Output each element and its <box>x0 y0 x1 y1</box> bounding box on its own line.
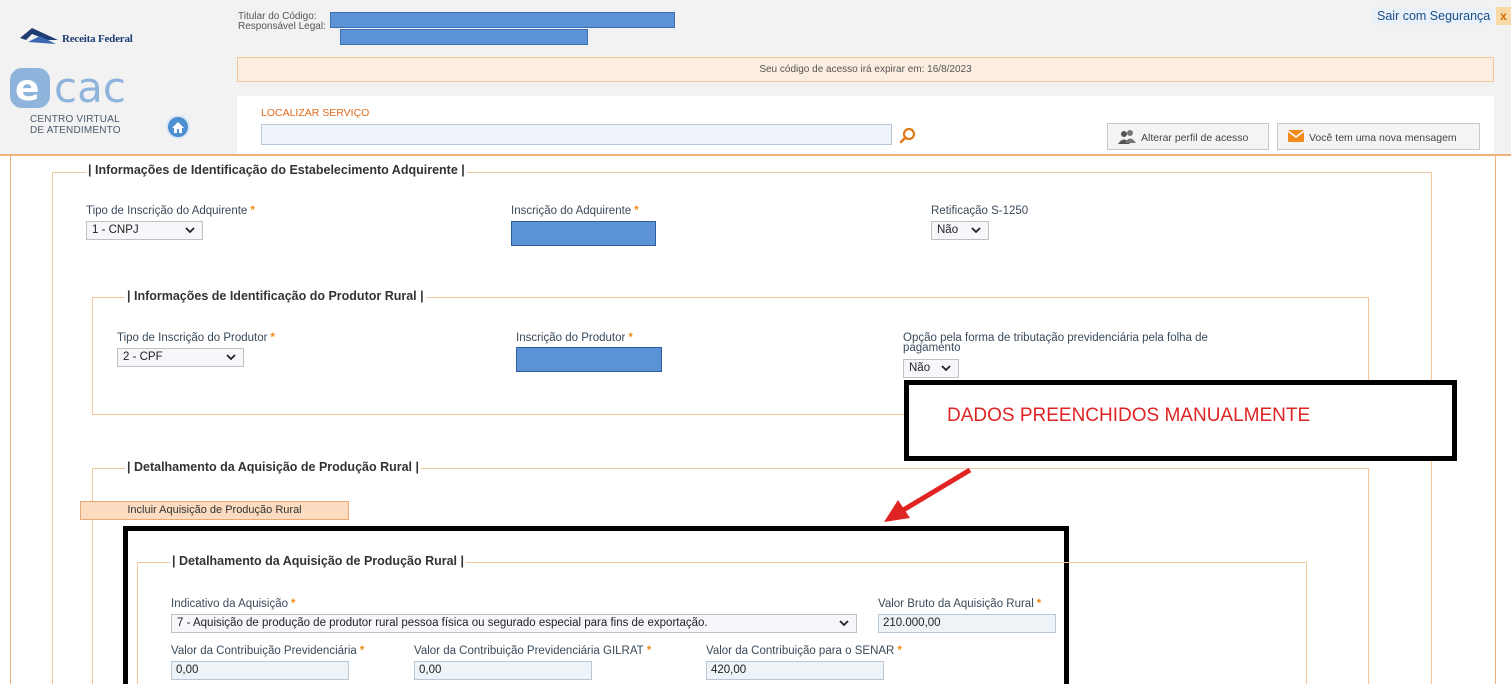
tipo-produtor-label: Tipo de Inscrição do Produtor * <box>117 332 275 344</box>
search-panel: LOCALIZAR SERVIÇO Alterar perfil de aces… <box>237 96 1494 154</box>
home-icon <box>172 122 184 133</box>
chevron-down-icon <box>971 227 981 234</box>
new-message-button[interactable]: Você tem uma nova mensagem <box>1277 123 1480 150</box>
retificacao-select[interactable]: Não <box>931 221 989 240</box>
contrib-prev-input[interactable]: 0,00 <box>171 661 349 680</box>
opcao-tributacao-select[interactable]: Não <box>903 359 959 378</box>
ecac-logo[interactable]: e cac CENTRO VIRTUAL DE ATENDIMENTO <box>8 64 168 144</box>
chevron-down-icon <box>185 227 195 234</box>
redacted-titular <box>330 12 675 28</box>
indicativo-select[interactable]: 7 - Aquisição de produção de produtor ru… <box>171 614 857 633</box>
redacted-responsavel <box>340 29 588 45</box>
indicativo-label: Indicativo da Aquisição * <box>171 598 296 610</box>
tipo-adquirente-value: 1 - CNPJ <box>92 224 139 236</box>
senar-input[interactable]: 420,00 <box>706 661 884 680</box>
incluir-aquisicao-button[interactable]: Incluir Aquisição de Produção Rural <box>80 501 349 520</box>
produtor-legend: | Informações de Identificação do Produt… <box>125 289 426 303</box>
content-left-border <box>10 156 11 684</box>
users-icon <box>1118 130 1136 144</box>
svg-text:cac: cac <box>54 64 126 112</box>
redacted-inscricao-adquirente[interactable] <box>511 221 656 246</box>
header-divider <box>0 154 1511 156</box>
chevron-down-icon <box>941 365 951 372</box>
senar-label: Valor da Contribuição para o SENAR * <box>706 645 902 657</box>
receita-federal-logo-icon <box>20 28 58 44</box>
header: Receita Federal e cac CENTRO VIRTUAL DE … <box>0 0 1511 156</box>
ecac-logo-icon: e cac <box>10 64 126 112</box>
search-icon[interactable] <box>899 127 917 145</box>
opcao-tributacao-value: Não <box>909 362 931 374</box>
envelope-icon <box>1288 130 1304 142</box>
valor-bruto-input[interactable]: 210.000,00 <box>878 614 1056 633</box>
search-input[interactable] <box>261 124 892 145</box>
titular-info: Titular do Código: Responsável Legal: <box>238 12 675 45</box>
chevron-down-icon <box>839 620 849 627</box>
redacted-inscricao-produtor[interactable] <box>516 347 662 372</box>
change-profile-button[interactable]: Alterar perfil de acesso <box>1107 123 1269 150</box>
search-label: LOCALIZAR SERVIÇO <box>261 107 370 119</box>
tipo-produtor-select[interactable]: 2 - CPF <box>117 348 244 367</box>
opcao-tributacao-label: Opção pela forma de tributação previdenc… <box>903 332 1208 354</box>
chevron-down-icon <box>226 354 236 361</box>
tipo-adquirente-select[interactable]: 1 - CNPJ <box>86 221 203 240</box>
change-profile-label: Alterar perfil de acesso <box>1141 132 1249 144</box>
content-right-border <box>1495 156 1496 684</box>
receita-federal-text: Receita Federal <box>62 33 133 45</box>
receita-federal-logo[interactable]: Receita Federal <box>18 26 148 48</box>
valor-bruto-label: Valor Bruto da Aquisição Rural * <box>878 598 1042 610</box>
retificacao-label: Retificação S-1250 <box>931 205 1029 217</box>
adquirente-legend: | Informações de Identificação do Estabe… <box>86 163 467 177</box>
annotation-text: DADOS PREENCHIDOS MANUALMENTE <box>947 405 1311 426</box>
home-button[interactable] <box>166 115 190 139</box>
gilrat-label: Valor da Contribuição Previdenciária GIL… <box>414 645 652 657</box>
exit-close-icon[interactable]: x <box>1496 7 1511 25</box>
tipo-produtor-value: 2 - CPF <box>123 351 163 363</box>
inscricao-adquirente-label: Inscrição do Adquirente * <box>511 205 639 217</box>
detalhamento-legend: | Detalhamento da Aquisição de Produção … <box>125 460 422 474</box>
contrib-prev-label: Valor da Contribuição Previdenciária * <box>171 645 365 657</box>
responsavel-label: Responsável Legal: <box>238 21 326 32</box>
svg-text:e: e <box>15 68 39 109</box>
gilrat-input[interactable]: 0,00 <box>414 661 592 680</box>
ecac-subtitle-line2: DE ATENDIMENTO <box>30 125 121 136</box>
new-message-label: Você tem uma nova mensagem <box>1309 132 1457 144</box>
tipo-adquirente-label: Tipo de Inscrição do Adquirente * <box>86 205 255 217</box>
retificacao-value: Não <box>937 224 959 236</box>
inner-detalhamento-legend: | Detalhamento da Aquisição de Produção … <box>170 554 467 568</box>
exit-link[interactable]: Sair com Segurança <box>1373 7 1495 25</box>
inscricao-produtor-label: Inscrição do Produtor * <box>516 332 633 344</box>
indicativo-value: 7 - Aquisição de produção de produtor ru… <box>177 617 708 629</box>
expire-notice: Seu código de acesso irá expirar em: 16/… <box>237 57 1494 82</box>
red-arrow-icon <box>884 467 972 522</box>
ecac-subtitle-line1: CENTRO VIRTUAL <box>30 114 120 125</box>
